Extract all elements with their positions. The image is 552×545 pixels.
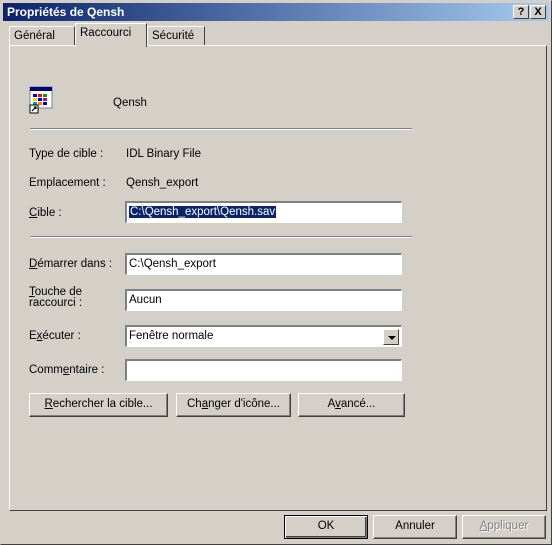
advanced-label: ancé... [340, 398, 376, 410]
tab-securite[interactable]: Sécurité [147, 26, 205, 46]
start-in-input-value: C:\Qensh_export [129, 258, 216, 270]
run-label: Exécuter : [29, 330, 81, 342]
idl-file-icon [29, 86, 53, 114]
tab-raccourci-label: Raccourci [80, 27, 132, 39]
target-type-label: Type de cible : [29, 148, 104, 160]
help-icon: ? [517, 6, 525, 18]
apply-label: ppliquer [487, 520, 529, 532]
target-input[interactable]: C:\Qensh_export\Qensh.sav [125, 201, 402, 223]
target-type-value: IDL Binary File [126, 148, 201, 160]
find-target-button[interactable]: Rechercher la cible... [29, 393, 168, 417]
change-icon-button[interactable]: Changer d'icône... [176, 393, 291, 417]
tab-general-label: Général [14, 30, 55, 42]
start-in-label: Démarrer dans : [29, 258, 112, 270]
change-icon-label: nger d'icône... [208, 398, 280, 410]
separator [30, 236, 412, 238]
comment-label: Commentaire : [29, 364, 104, 376]
run-select-value: Fenêtre normale [129, 330, 214, 342]
file-name: Qensh [113, 97, 147, 109]
run-select[interactable]: Fenêtre normale [125, 325, 402, 347]
comment-label-text: ntaire : [69, 364, 105, 376]
tab-securite-label: Sécurité [152, 30, 195, 42]
tab-raccourci[interactable]: Raccourci [75, 23, 147, 47]
window-title: Propriétés de Qensh [7, 5, 125, 19]
ok-label: OK [317, 520, 335, 532]
close-icon: X [534, 6, 542, 18]
shortcut-key-label: Touche de raccourci : [29, 286, 83, 309]
location-label: Emplacement : [29, 177, 106, 189]
chevron-down-icon [388, 336, 396, 340]
apply-button[interactable]: Appliquer [462, 515, 546, 539]
cancel-button[interactable]: Annuler [373, 515, 457, 539]
find-target-accel: R [44, 398, 53, 410]
start-in-input[interactable]: C:\Qensh_export [125, 253, 402, 275]
ok-button[interactable]: OK [284, 515, 368, 539]
target-label: Cible : [29, 207, 62, 219]
shortcut-key-input-value: Aucun [129, 294, 162, 306]
location-value: Qensh_export [126, 177, 199, 189]
run-label-pre: E [29, 330, 37, 342]
separator [30, 128, 412, 130]
dropdown-button[interactable] [383, 329, 399, 345]
tab-panel: Qensh Type de cible : IDL Binary File Em… [9, 45, 547, 511]
close-button[interactable]: X [530, 5, 546, 19]
properties-dialog: Propriétés de Qensh ? X Général Raccourc… [0, 0, 552, 545]
comment-label-pre: Comm [29, 364, 63, 376]
advanced-button[interactable]: Avancé... [298, 393, 405, 417]
help-button[interactable]: ? [513, 5, 529, 19]
tab-general[interactable]: Général [9, 26, 75, 46]
run-label-text: écuter : [42, 330, 81, 342]
title-bar[interactable]: Propriétés de Qensh ? X [3, 3, 549, 21]
change-icon-pre: Ch [187, 398, 202, 410]
cancel-label: Annuler [395, 520, 435, 532]
advanced-pre: A [327, 398, 336, 410]
target-label-text: ible : [37, 207, 62, 219]
target-input-value: C:\Qensh_export\Qensh.sav [129, 206, 277, 218]
comment-input[interactable] [125, 359, 402, 381]
shortcut-key-label-line2: raccourci : [29, 297, 83, 309]
shortcut-key-input[interactable]: Aucun [125, 289, 402, 311]
find-target-label: echercher la cible... [52, 398, 153, 410]
start-in-label-text: émarrer dans : [37, 258, 113, 270]
